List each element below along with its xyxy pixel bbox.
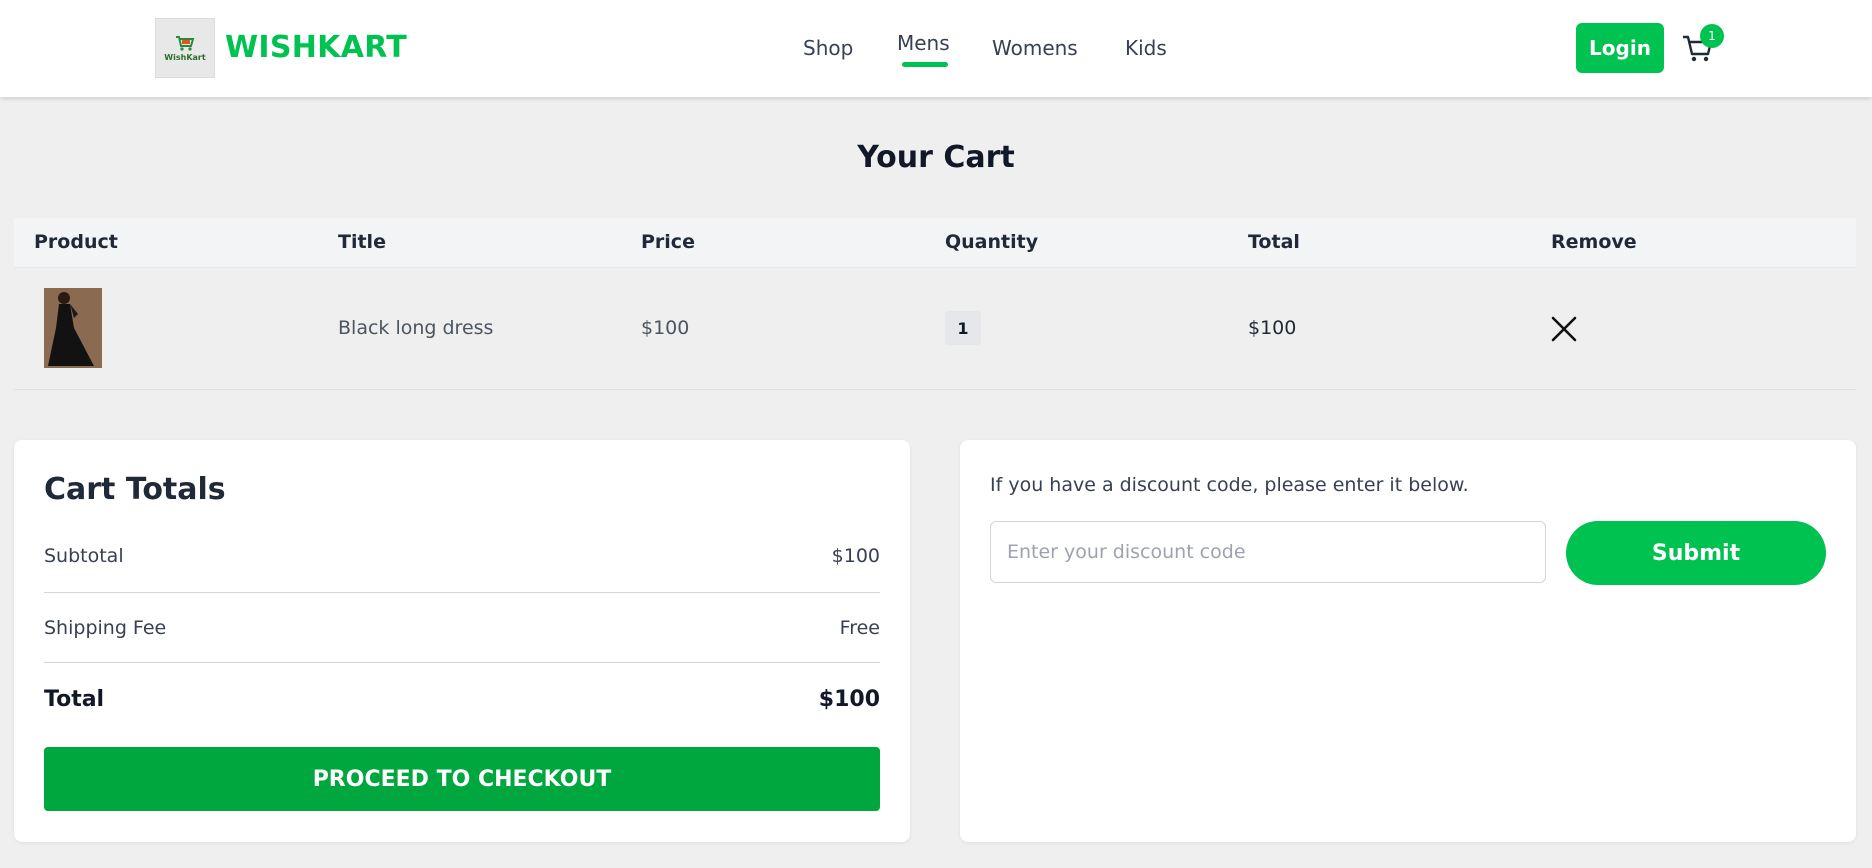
nav-item-mens[interactable]: Mens (897, 31, 950, 55)
total-value: $100 (818, 687, 880, 712)
total-row: Total $100 (44, 663, 880, 733)
product-thumbnail[interactable] (44, 288, 102, 368)
cart-totals-title: Cart Totals (44, 472, 226, 507)
shipping-label: Shipping Fee (44, 617, 167, 639)
shipping-row: Shipping Fee Free (44, 593, 880, 663)
nav-item-womens[interactable]: Womens (992, 36, 1078, 60)
login-button[interactable]: Login (1576, 23, 1664, 73)
total-label: Total (44, 687, 105, 712)
nav-item-kids[interactable]: Kids (1125, 36, 1167, 60)
page-title: Your Cart (857, 140, 1015, 175)
column-header-total: Total (1248, 231, 1300, 253)
shipping-value: Free (839, 617, 880, 639)
cart-count-badge: 1 (1700, 24, 1724, 48)
cart-totals-card: Cart Totals Subtotal $100 Shipping Fee F… (14, 440, 910, 842)
close-icon[interactable] (1550, 315, 1578, 343)
subtotal-row: Subtotal $100 (44, 523, 880, 593)
column-header-title: Title (338, 231, 386, 253)
nav-item-shop[interactable]: Shop (803, 36, 853, 60)
product-price: $100 (641, 317, 690, 339)
column-header-price: Price (641, 231, 695, 253)
column-header-quantity: Quantity (945, 231, 1039, 253)
column-header-remove: Remove (1551, 231, 1637, 253)
discount-prompt: If you have a discount code, please ente… (990, 474, 1469, 496)
site-header: WishKart WISHKART Shop Mens Womens Kids … (0, 0, 1872, 97)
cart-table-header: Product Title Price Quantity Total Remov… (14, 218, 1856, 268)
cart-row: Black long dress $100 1 $100 (14, 268, 1856, 390)
subtotal-value: $100 (831, 545, 880, 567)
discount-card: If you have a discount code, please ente… (960, 440, 1856, 842)
quantity-value[interactable]: 1 (945, 311, 981, 345)
column-header-product: Product (34, 231, 118, 253)
discount-code-input[interactable] (990, 521, 1546, 583)
proceed-to-checkout-button[interactable]: PROCEED TO CHECKOUT (44, 747, 880, 811)
product-title[interactable]: Black long dress (338, 317, 493, 339)
row-total: $100 (1248, 317, 1297, 339)
subtotal-label: Subtotal (44, 545, 124, 567)
submit-discount-button[interactable]: Submit (1566, 521, 1826, 585)
nav-active-indicator (902, 62, 948, 67)
dress-image (44, 288, 102, 368)
